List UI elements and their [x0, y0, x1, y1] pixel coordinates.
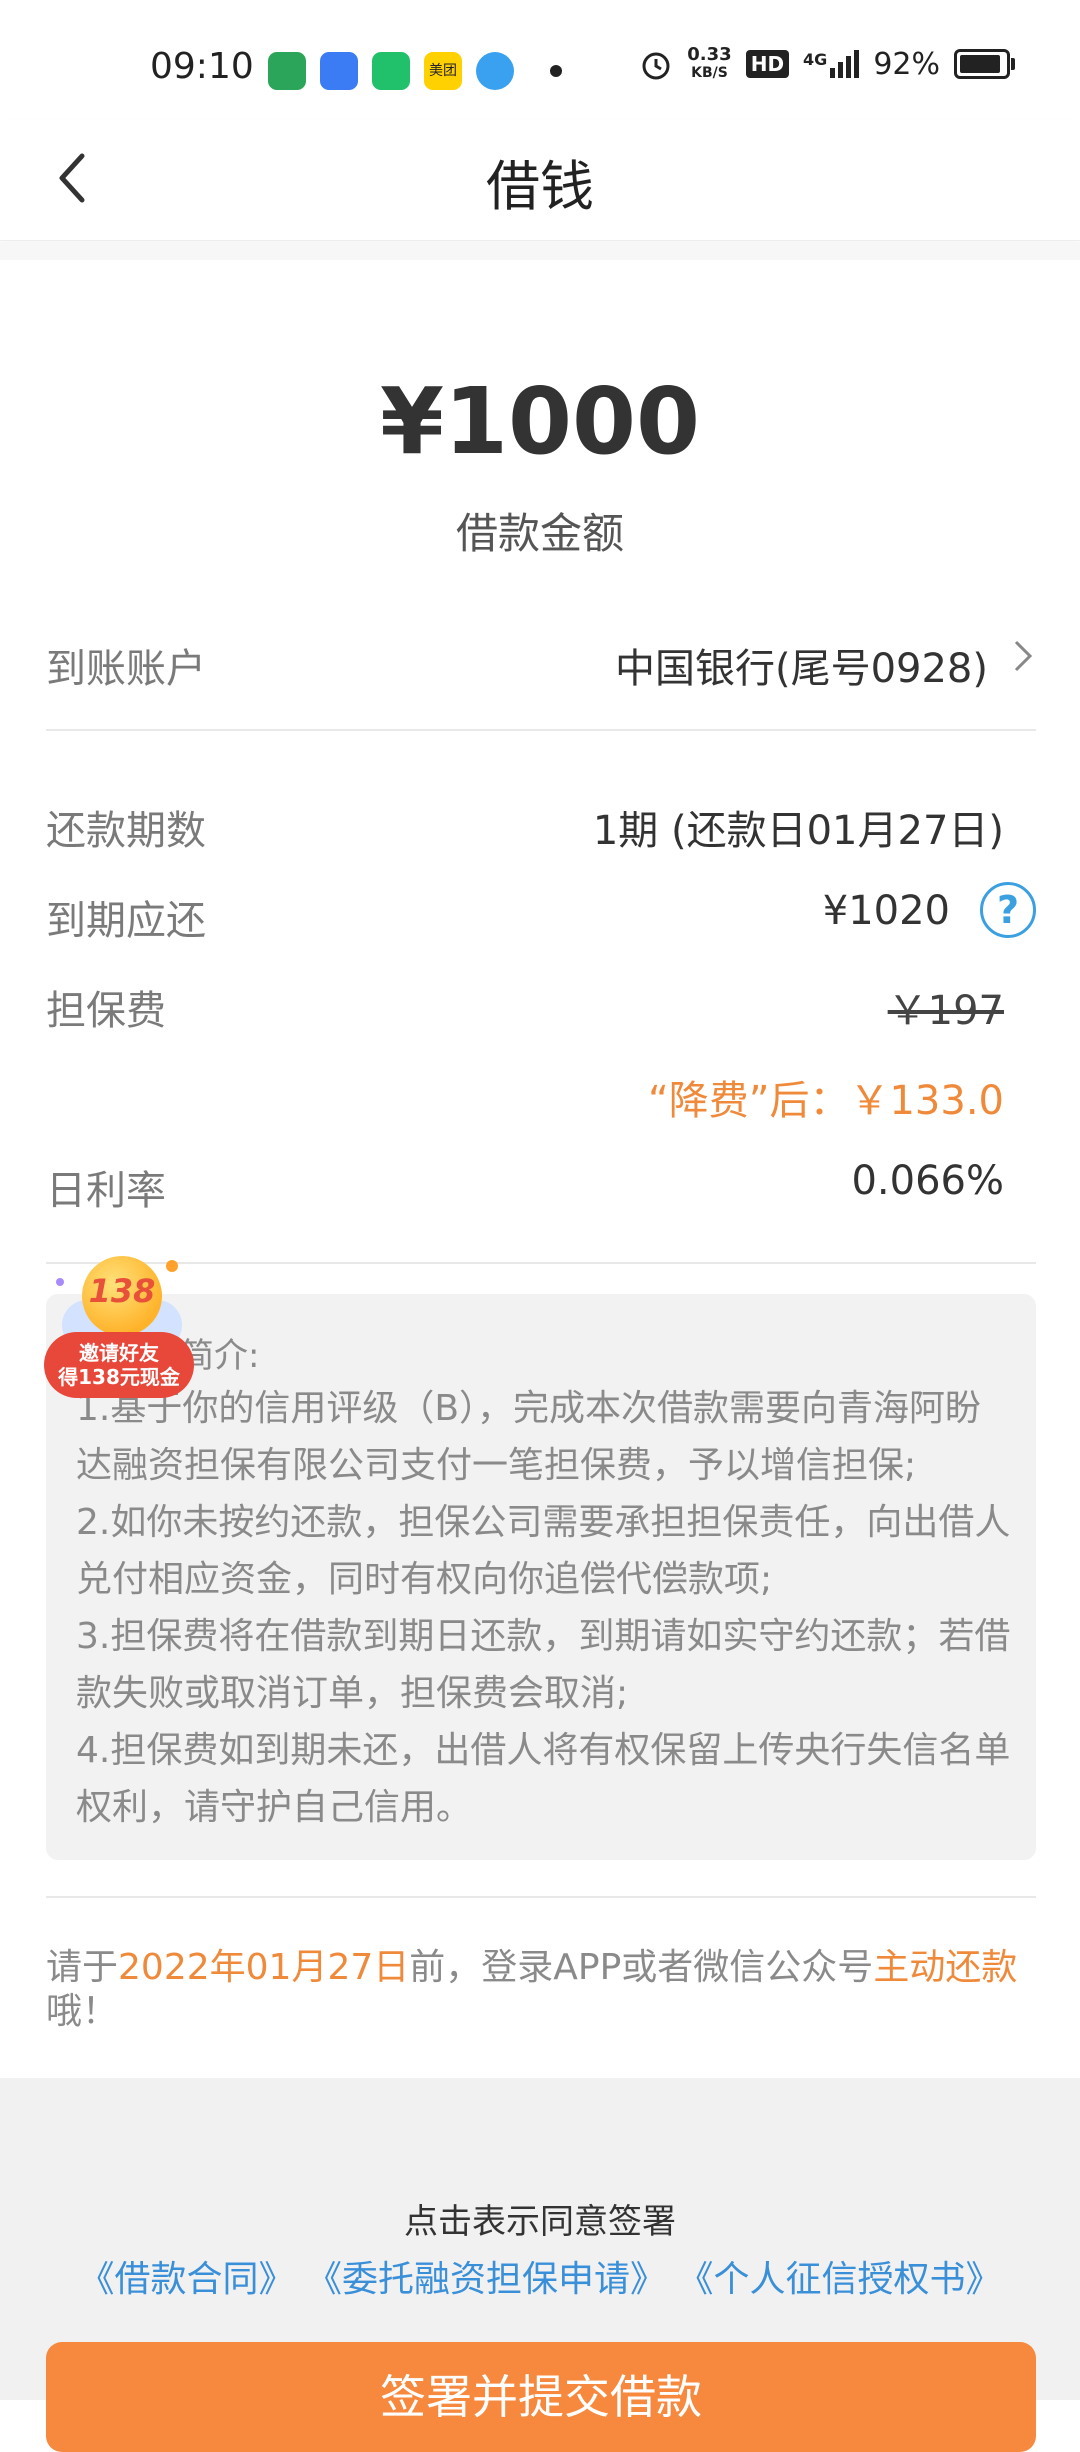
info-line: 2.如你未按约还款，担保公司需要承担担保责任，向出借人: [76, 1502, 1011, 1543]
notice-suffix: 哦！: [46, 1991, 119, 2032]
hd-badge: HD: [745, 50, 790, 78]
repayment-notice: 请于2022年01月27日前，登录APP或者微信公众号主动还款哦！: [46, 1946, 1036, 2034]
info-line: 达融资担保有限公司支付一笔担保费，予以增信担保;: [76, 1445, 917, 1486]
info-line: 3.担保费将在借款到期日还款，到期请如实守约还款；若借: [76, 1616, 1011, 1657]
meituan-icon: 美团: [424, 52, 462, 90]
page-title: 借钱: [486, 155, 594, 218]
account-row[interactable]: 到账账户 中国银行(尾号0928): [0, 600, 1080, 710]
agreement-links: 《借款合同》 《委托融资担保申请》 《个人征信授权书》: [0, 2250, 1080, 2302]
help-icon[interactable]: ?: [980, 882, 1036, 938]
loan-amount: ¥1000: [379, 368, 701, 475]
info-line: 1.基于你的信用评级（B），完成本次借款需要向青海阿盼: [76, 1388, 982, 1429]
notice-date: 2022年01月27日: [118, 1947, 410, 1988]
badge-line2: 得138元现金: [58, 1365, 180, 1389]
divider: [46, 729, 1036, 731]
guarantee-info-box: 简介: 1.基于你的信用评级（B），完成本次借款需要向青海阿盼 达融资担保有限公…: [46, 1294, 1036, 1860]
info-line: 兑付相应资金，同时有权向你追偿代偿款项;: [76, 1559, 773, 1600]
badge-number: 138: [88, 1272, 156, 1310]
chevron-right-icon[interactable]: [1012, 636, 1036, 676]
info-text: 1.基于你的信用评级（B），完成本次借款需要向青海阿盼 达融资担保有限公司支付一…: [76, 1380, 1016, 1836]
browser-icon: [476, 52, 514, 90]
guarantee-application-link[interactable]: 《委托融资担保申请》: [306, 2259, 666, 2300]
alarm-icon: [642, 52, 670, 80]
status-bar: 09:10 美团 0.33 KB/S HD 4G 92%: [0, 0, 1080, 140]
nav-bar: 借钱: [0, 120, 1080, 241]
blue-app-icon: [320, 52, 358, 90]
battery-percent: 92%: [873, 46, 940, 82]
fee-label: 担保费: [46, 988, 166, 1034]
agree-text: 点击表示同意签署: [404, 2202, 676, 2242]
due-label: 到期应还: [46, 898, 206, 944]
divider: [46, 1262, 1036, 1264]
info-line: 4.担保费如到期未还，出借人将有权保留上传央行失信名单: [76, 1730, 1011, 1771]
notification-icons: 美团: [268, 52, 562, 90]
status-indicators: 0.33 KB/S HD 4G 92%: [639, 46, 1015, 82]
invite-friends-badge[interactable]: 138 邀请好友 得138元现金: [44, 1250, 194, 1400]
section-gap: [0, 242, 1080, 260]
video-app-icon: [268, 52, 306, 90]
notice-action: 主动还款: [873, 1947, 1018, 1988]
green-app-icon: [372, 52, 410, 90]
signal-label: 4G: [803, 50, 828, 69]
account-value: 中国银行(尾号0928): [614, 646, 988, 692]
status-time: 09:10: [150, 46, 254, 87]
net-speed-value: 0.33: [687, 44, 732, 65]
net-speed: 0.33 KB/S: [687, 46, 731, 82]
fee-original: ￥197: [887, 988, 1004, 1034]
rate-label: 日利率: [46, 1168, 166, 1214]
rate-value: 0.066%: [851, 1158, 1004, 1204]
account-label: 到账账户: [46, 646, 206, 692]
more-notifications-dot: [550, 65, 562, 77]
submit-loan-button[interactable]: 签署并提交借款: [46, 2342, 1036, 2452]
loan-contract-link[interactable]: 《借款合同》: [79, 2259, 295, 2300]
info-line: 款失败或取消订单，担保费会取消;: [76, 1673, 629, 1714]
badge-label: 邀请好友 得138元现金: [44, 1332, 194, 1398]
term-label: 还款期数: [46, 808, 206, 854]
term-value: 1期 (还款日01月27日): [592, 808, 1004, 854]
divider: [46, 1896, 1036, 1898]
loan-amount-label: 借款金额: [455, 509, 624, 558]
battery-icon: [954, 49, 1015, 79]
signal-icon: 4G: [803, 50, 860, 78]
net-speed-unit: KB/S: [691, 65, 728, 81]
due-value: ¥1020: [822, 888, 950, 934]
credit-authorization-link[interactable]: 《个人征信授权书》: [677, 2259, 1001, 2300]
notice-middle: 前，登录APP或者微信公众号: [409, 1947, 874, 1988]
badge-line1: 邀请好友: [79, 1341, 159, 1365]
sparkle-icon: [56, 1278, 64, 1286]
info-line: 权利，请守护自己信用。: [76, 1787, 473, 1828]
sparkle-icon: [166, 1260, 178, 1272]
fee-discount: “降费”后：￥133.0: [648, 1078, 1004, 1124]
notice-prefix: 请于: [46, 1947, 119, 1988]
footer: 点击表示同意签署 《借款合同》 《委托融资担保申请》 《个人征信授权书》 签署并…: [0, 2078, 1080, 2452]
